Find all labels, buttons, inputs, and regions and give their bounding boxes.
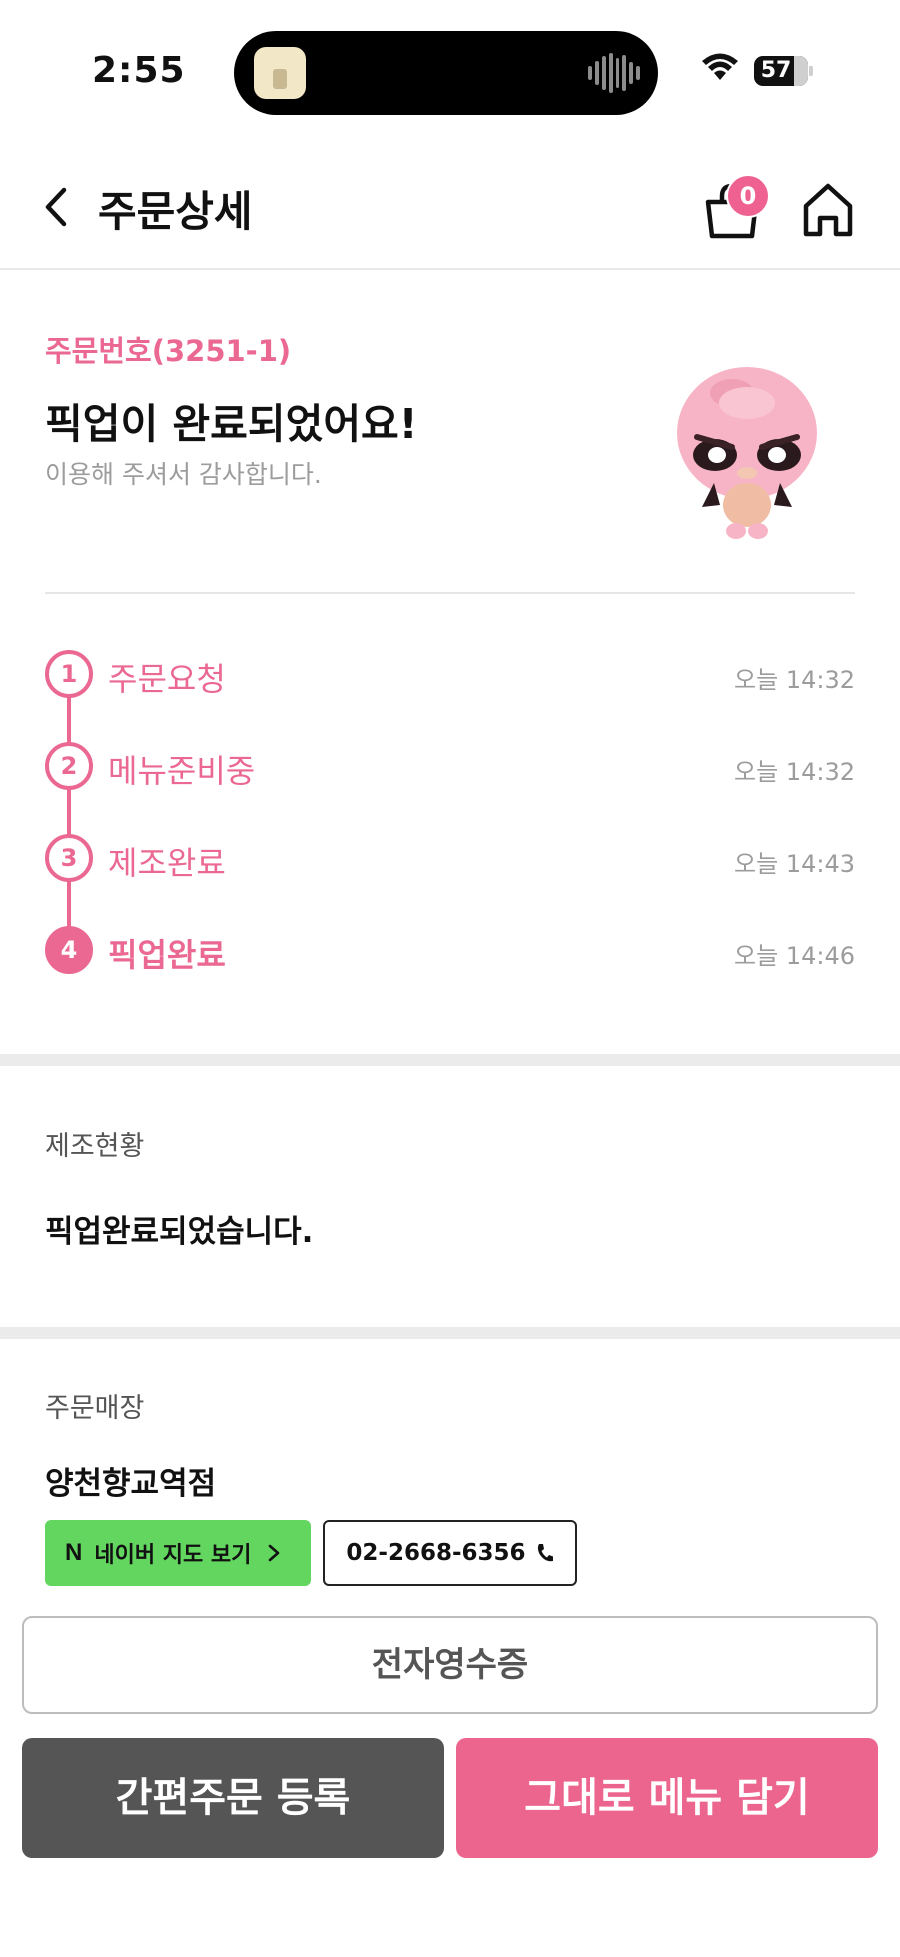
battery-level: 57 xyxy=(760,58,792,83)
store-label: 주문매장 xyxy=(45,1393,145,1424)
production-status-value: 픽업완료되었습니다. xyxy=(45,1214,314,1250)
timeline-step-current: 4 픽업완료 오늘 14:46 xyxy=(0,920,900,980)
step-number: 4 xyxy=(45,926,93,974)
call-store-button[interactable]: 02-2668-6356 xyxy=(323,1520,577,1586)
mascot-character-image xyxy=(677,367,817,539)
live-activity-app-icon xyxy=(254,47,306,99)
step-number: 3 xyxy=(45,834,93,882)
phone-icon xyxy=(537,1544,553,1562)
step-number: 1 xyxy=(45,650,93,698)
step-label: 주문요청 xyxy=(108,660,226,698)
bottom-action-bar: 전자영수증 간편주문 등록 그대로 메뉴 담기 xyxy=(0,1596,900,1957)
store-name: 양천향교역점 xyxy=(45,1466,217,1502)
status-time: 2:55 xyxy=(92,50,186,91)
step-label: 제조완료 xyxy=(108,844,226,882)
status-bar: 2:55 57 xyxy=(0,0,900,140)
wifi-icon xyxy=(702,53,738,80)
page-title: 주문상세 xyxy=(98,187,253,236)
timeline-step: 2 메뉴준비중 오늘 14:32 xyxy=(0,736,900,796)
dynamic-island xyxy=(234,31,658,115)
step-time: 오늘 14:32 xyxy=(734,758,855,786)
step-number: 2 xyxy=(45,742,93,790)
step-time: 오늘 14:32 xyxy=(734,666,855,694)
order-status-headline: 픽업이 완료되었어요! xyxy=(45,400,418,448)
order-number: 주문번호(3251-1) xyxy=(45,334,292,368)
back-button[interactable] xyxy=(36,180,76,234)
naver-map-button[interactable]: N 네이버 지도 보기 xyxy=(45,1520,311,1586)
timeline-step: 3 제조완료 오늘 14:43 xyxy=(0,828,900,888)
header-divider xyxy=(45,592,855,594)
back-chevron-icon xyxy=(45,187,67,227)
step-time: 오늘 14:43 xyxy=(734,850,855,878)
nav-bar: 주문상세 0 xyxy=(0,150,900,270)
home-button[interactable] xyxy=(800,180,856,240)
timeline-connector xyxy=(67,675,71,951)
section-divider xyxy=(0,1327,900,1339)
reorder-add-to-cart-button[interactable]: 그대로 메뉴 담기 xyxy=(456,1738,878,1858)
step-time: 오늘 14:46 xyxy=(734,942,855,970)
order-progress-timeline: 1 주문요청 오늘 14:32 2 메뉴준비중 오늘 14:32 3 제조완료 … xyxy=(0,640,900,974)
audio-wave-icon xyxy=(588,53,640,93)
cart-count-badge: 0 xyxy=(726,174,770,218)
naver-map-label: 네이버 지도 보기 xyxy=(94,1543,252,1568)
timeline-step: 1 주문요청 오늘 14:32 xyxy=(0,644,900,704)
step-label: 메뉴준비중 xyxy=(108,752,256,790)
section-divider xyxy=(0,1054,900,1066)
e-receipt-button[interactable]: 전자영수증 xyxy=(22,1616,878,1714)
store-actions: N 네이버 지도 보기 02-2668-6356 xyxy=(45,1520,577,1586)
chevron-right-icon xyxy=(269,1544,280,1562)
naver-logo-icon: N xyxy=(65,1539,83,1566)
store-phone-number: 02-2668-6356 xyxy=(346,1540,526,1566)
step-label: 픽업완료 xyxy=(108,936,226,974)
production-status-label: 제조현황 xyxy=(45,1131,145,1162)
order-thanks-text: 이용해 주셔서 감사합니다. xyxy=(45,460,322,489)
home-icon xyxy=(803,183,853,237)
quick-order-register-button[interactable]: 간편주문 등록 xyxy=(22,1738,444,1858)
battery-icon: 57 xyxy=(754,56,813,86)
